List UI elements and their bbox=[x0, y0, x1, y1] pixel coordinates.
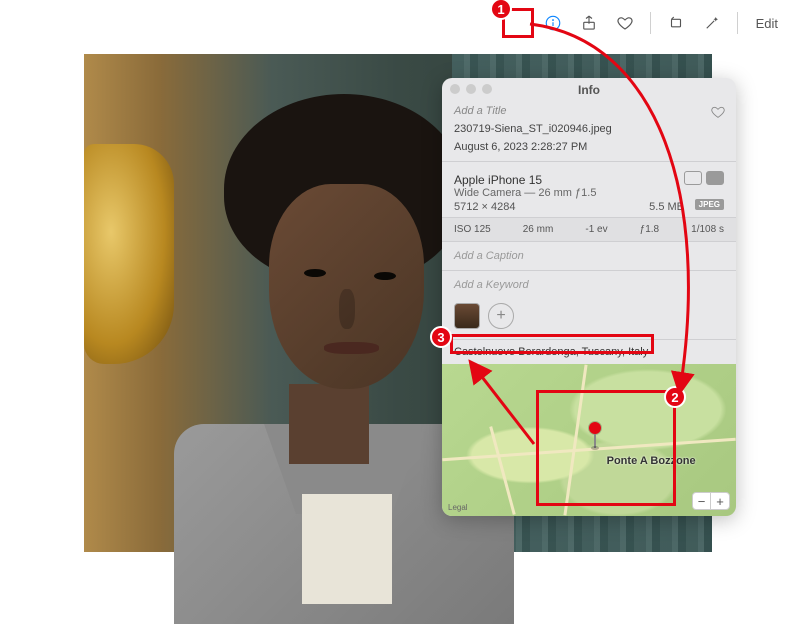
share-icon[interactable] bbox=[578, 12, 600, 34]
panel-titlebar: Info bbox=[442, 78, 736, 102]
exif-ev: -1 ev bbox=[585, 224, 607, 235]
zoom-out-button[interactable]: − bbox=[693, 493, 711, 509]
exif-aperture: ƒ1.8 bbox=[640, 224, 659, 235]
annotation-highlight-3 bbox=[450, 334, 654, 354]
map-zoom-control: − + bbox=[692, 492, 730, 510]
info-button[interactable] bbox=[542, 12, 564, 34]
faces-row: + bbox=[442, 299, 736, 339]
annotation-badge-2: 2 bbox=[664, 386, 686, 408]
auto-enhance-icon[interactable] bbox=[701, 12, 723, 34]
annotation-highlight-2 bbox=[536, 390, 676, 506]
add-face-button[interactable]: + bbox=[488, 303, 514, 329]
panel-title: Info bbox=[578, 83, 600, 97]
edit-button[interactable]: Edit bbox=[752, 16, 782, 31]
datetime-label[interactable]: August 6, 2023 2:28:27 PM bbox=[442, 138, 736, 156]
window-controls[interactable] bbox=[450, 84, 492, 94]
top-toolbar: Edit bbox=[542, 12, 782, 34]
filename-label: 230719-Siena_ST_i020946.jpeg bbox=[442, 120, 736, 138]
photo-background bbox=[84, 144, 174, 364]
detected-face-thumbnail[interactable] bbox=[454, 303, 480, 329]
file-size: 5.5 MB bbox=[649, 201, 684, 213]
keyword-input[interactable]: Add a Keyword bbox=[442, 271, 736, 299]
exif-row: ISO 125 26 mm -1 ev ƒ1.8 1/108 s bbox=[442, 217, 736, 242]
exif-focal: 26 mm bbox=[523, 224, 554, 235]
photo-type-icon bbox=[684, 171, 702, 185]
camera-lens: Wide Camera — 26 mm ƒ1.5 bbox=[454, 187, 724, 199]
annotation-badge-3: 3 bbox=[430, 326, 452, 348]
map-legal-link[interactable]: Legal bbox=[448, 503, 468, 512]
panel-favorite-icon[interactable] bbox=[710, 104, 726, 123]
exif-shutter: 1/108 s bbox=[691, 224, 724, 235]
caption-input[interactable]: Add a Caption bbox=[442, 242, 736, 270]
title-input[interactable]: Add a Title bbox=[442, 102, 736, 120]
zoom-in-button[interactable]: + bbox=[711, 493, 729, 509]
toolbar-divider bbox=[650, 12, 651, 34]
rotate-icon[interactable] bbox=[665, 12, 687, 34]
toolbar-divider bbox=[737, 12, 738, 34]
camera-info-block: Apple iPhone 15 Wide Camera — 26 mm ƒ1.5… bbox=[442, 167, 736, 217]
photo-type-icon bbox=[706, 171, 724, 185]
exif-iso: ISO 125 bbox=[454, 224, 491, 235]
image-dimensions: 5712 × 4284 bbox=[454, 201, 515, 213]
favorite-heart-icon[interactable] bbox=[614, 12, 636, 34]
format-badge: JPEG bbox=[695, 199, 724, 210]
